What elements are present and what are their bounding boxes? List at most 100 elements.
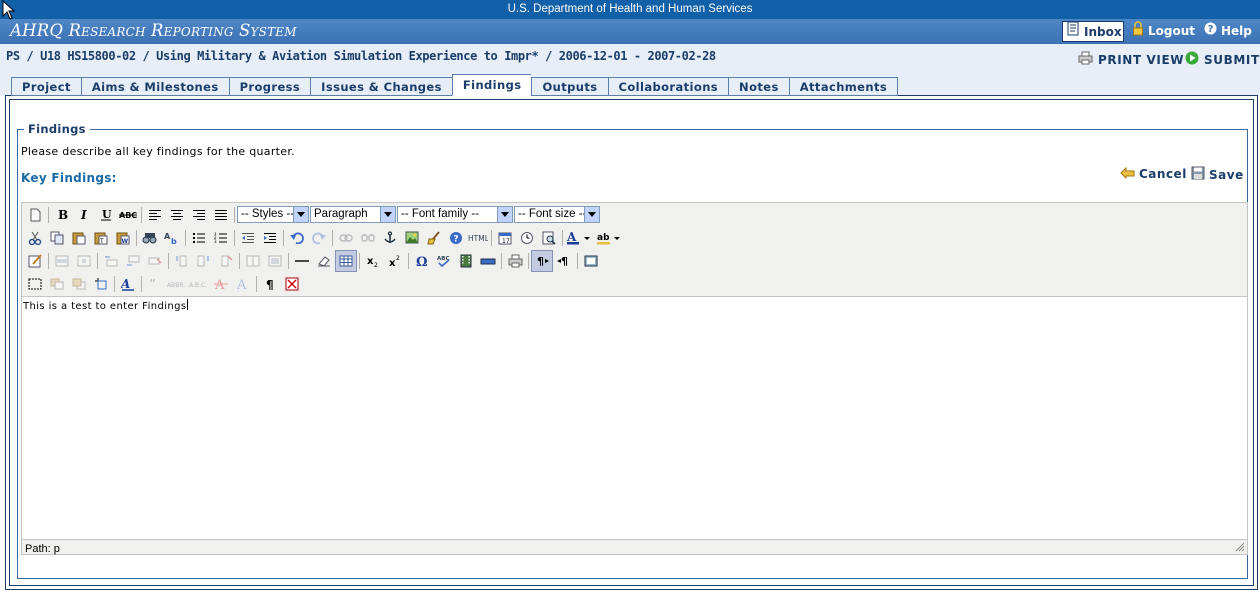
insert-row-before-icon[interactable] — [100, 250, 122, 272]
tab-project[interactable]: Project — [11, 77, 81, 96]
editor-content-area[interactable]: This is a test to enter Findings — [22, 296, 1247, 540]
insert-time-icon[interactable] — [516, 227, 538, 249]
redo-icon[interactable] — [308, 227, 330, 249]
align-left-icon[interactable] — [144, 204, 166, 226]
replace-icon[interactable]: Ab — [161, 227, 183, 249]
html-source-icon[interactable]: HTML — [467, 227, 489, 249]
new-document-icon[interactable] — [24, 204, 46, 226]
insert-col-after-icon[interactable] — [193, 250, 215, 272]
absolute-position-icon[interactable] — [90, 273, 112, 295]
nonbreaking-space-icon[interactable] — [477, 250, 499, 272]
svg-text:b: b — [171, 237, 177, 245]
table-cell-props-icon[interactable] — [73, 250, 95, 272]
table-icon[interactable] — [335, 249, 357, 272]
svg-text:W: W — [122, 238, 129, 245]
floppy-icon — [1191, 166, 1205, 183]
tab-progress[interactable]: Progress — [228, 77, 311, 96]
insert-row-after-icon[interactable] — [122, 250, 144, 272]
align-center-icon[interactable] — [166, 204, 188, 226]
font-size-select[interactable]: -- Font size -- — [514, 206, 600, 223]
inbox-button[interactable]: Inbox — [1062, 21, 1124, 42]
strikethrough-icon[interactable]: ABC — [117, 204, 139, 226]
text-color-icon[interactable]: A — [565, 227, 595, 249]
help-button[interactable]: ? Help — [1204, 21, 1252, 41]
italic-icon[interactable]: I — [73, 204, 95, 226]
table-row-props-icon[interactable] — [51, 250, 73, 272]
svg-text:B: B — [58, 209, 68, 221]
insertion-icon[interactable]: A — [232, 273, 254, 295]
horizontal-rule-icon[interactable] — [291, 250, 313, 272]
superscript-icon[interactable]: x2 — [384, 250, 406, 272]
delete-row-icon[interactable] — [144, 250, 166, 272]
tab-attachments[interactable]: Attachments — [788, 77, 899, 96]
align-justify-icon[interactable] — [210, 204, 232, 226]
insert-layer-icon[interactable] — [24, 273, 46, 295]
resize-handle-icon[interactable] — [1235, 542, 1245, 552]
anchor-icon[interactable] — [379, 227, 401, 249]
tab-notes[interactable]: Notes — [728, 77, 789, 96]
special-char-icon[interactable]: Ω — [411, 250, 433, 272]
ltr-direction-icon[interactable]: ¶ — [531, 249, 553, 272]
unlink-icon[interactable] — [357, 227, 379, 249]
font-size-select-value: -- Font size -- — [518, 208, 587, 220]
toolbar-separator — [168, 252, 169, 269]
align-right-icon[interactable] — [188, 204, 210, 226]
rtl-direction-icon[interactable]: ¶ — [553, 250, 575, 272]
styles-select[interactable]: -- Styles -- — [237, 206, 309, 223]
move-forward-icon[interactable] — [46, 273, 68, 295]
paste-text-toggle-icon[interactable] — [281, 273, 303, 295]
link-icon[interactable] — [335, 227, 357, 249]
indent-icon[interactable] — [259, 227, 281, 249]
search-icon[interactable] — [139, 227, 161, 249]
split-cells-icon[interactable] — [242, 250, 264, 272]
bold-icon[interactable]: B — [51, 204, 73, 226]
cut-icon[interactable] — [24, 227, 46, 249]
preview-icon[interactable] — [538, 227, 560, 249]
tab-findings[interactable]: Findings — [451, 74, 532, 96]
spellcheck-icon[interactable]: ABC — [433, 250, 455, 272]
style-props-icon[interactable]: A — [117, 273, 139, 295]
numbered-list-icon[interactable]: 123 — [210, 227, 232, 249]
fullscreen-icon[interactable] — [580, 250, 602, 272]
help-circle-icon[interactable]: ? — [445, 227, 467, 249]
submit-button[interactable]: SUBMIT — [1185, 51, 1260, 68]
editor-text: This is a test to enter Findings — [23, 301, 187, 312]
tab-issues-changes[interactable]: Issues & Changes — [310, 77, 452, 96]
undo-icon[interactable] — [286, 227, 308, 249]
abbr-icon[interactable]: ABBR. — [166, 273, 188, 295]
move-backward-icon[interactable] — [68, 273, 90, 295]
format-select[interactable]: Paragraph — [310, 206, 396, 223]
merge-cells-icon[interactable] — [264, 250, 286, 272]
deletion-icon[interactable]: A — [210, 273, 232, 295]
print-icon[interactable] — [504, 250, 526, 272]
styles-select-value: -- Styles -- — [241, 208, 295, 220]
underline-icon[interactable]: U — [95, 204, 117, 226]
acronym-icon[interactable]: A.B.C. — [188, 273, 210, 295]
highlight-color-icon[interactable]: ab — [595, 227, 625, 249]
outdent-icon[interactable] — [237, 227, 259, 249]
copy-icon[interactable] — [46, 227, 68, 249]
image-icon[interactable] — [401, 227, 423, 249]
paste-word-icon[interactable]: W — [112, 227, 134, 249]
paste-text-icon[interactable]: T — [90, 227, 112, 249]
bullet-list-icon[interactable] — [188, 227, 210, 249]
cleanup-icon[interactable] — [423, 227, 445, 249]
cite-icon[interactable]: “ — [144, 273, 166, 295]
cancel-button[interactable]: Cancel — [1120, 166, 1187, 182]
tab-aims-milestones[interactable]: Aims & Milestones — [80, 77, 229, 96]
subscript-icon[interactable]: x2 — [362, 250, 384, 272]
print-view-button[interactable]: PRINT VIEW — [1078, 51, 1184, 68]
eraser-icon[interactable] — [313, 250, 335, 272]
paste-icon[interactable] — [68, 227, 90, 249]
delete-col-icon[interactable] — [215, 250, 237, 272]
insert-date-icon[interactable]: 17 — [494, 227, 516, 249]
logout-button[interactable]: Logout — [1132, 20, 1195, 41]
save-button[interactable]: Save — [1191, 166, 1244, 183]
edit-properties-icon[interactable] — [24, 250, 46, 272]
font-family-select[interactable]: -- Font family -- — [397, 206, 513, 223]
insert-col-before-icon[interactable] — [171, 250, 193, 272]
media-icon[interactable] — [455, 250, 477, 272]
tab-collaborations[interactable]: Collaborations — [607, 77, 729, 96]
tab-outputs[interactable]: Outputs — [531, 77, 608, 96]
visual-chars-icon[interactable]: ¶ — [259, 273, 281, 295]
